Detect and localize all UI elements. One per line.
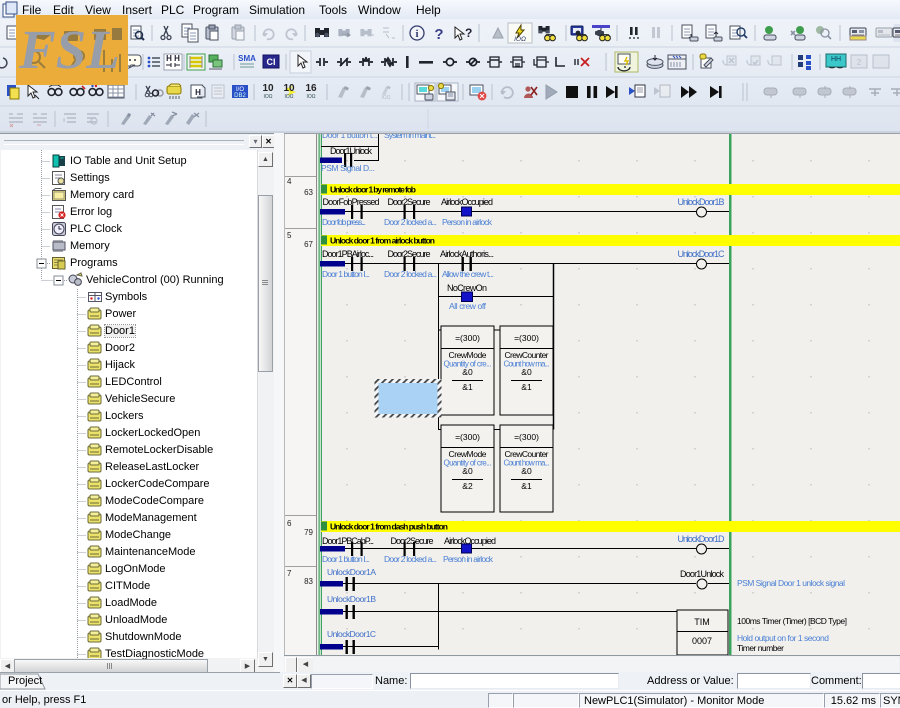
svg-text:UnlockDoor1C: UnlockDoor1C (678, 249, 726, 259)
svg-text:?: ? (434, 26, 443, 43)
svg-text:System in maint...: System in maint... (384, 133, 436, 140)
svg-text:Count how ma...: Count how ma... (504, 360, 550, 369)
svg-text:CrewCounter: CrewCounter (505, 449, 549, 459)
svg-text:i: i (415, 28, 418, 40)
svg-text:&0: &0 (462, 466, 473, 476)
svg-text:TIM: TIM (694, 617, 710, 627)
svg-text:&1: &1 (462, 382, 473, 392)
svg-text:Quantity of cre...: Quantity of cre... (444, 459, 492, 468)
svg-text:Person in airlock: Person in airlock (443, 554, 494, 564)
svg-text:UnlockDoor1B: UnlockDoor1B (327, 594, 376, 604)
svg-text:Door 1 button I...: Door 1 button I... (322, 554, 370, 564)
svg-text:100ms Timer (Timer) [BCD Type]: 100ms Timer (Timer) [BCD Type] (737, 616, 847, 626)
svg-text:Door 1 button t...: Door 1 button t... (322, 133, 378, 140)
svg-text:83: 83 (304, 577, 313, 586)
svg-text:Unlock door 1 from dash push b: Unlock door 1 from dash push button (330, 522, 448, 532)
svg-text:CrewMode: CrewMode (449, 449, 487, 459)
svg-text:AirlockOccupied: AirlockOccupied (441, 197, 493, 207)
svg-text:PSM Signal Door 1 unlock signa: PSM Signal Door 1 unlock signal (737, 578, 845, 588)
svg-text:=(300): =(300) (455, 333, 480, 343)
svg-text:HH: HH (831, 56, 841, 63)
svg-text:10: 10 (262, 83, 274, 94)
svg-text:Door1Unlock: Door1Unlock (680, 569, 725, 579)
svg-text:ΙΟΩ: ΙΟΩ (306, 94, 315, 100)
svg-text:AirlockAuthoris...: AirlockAuthoris... (440, 249, 494, 259)
svg-text:79: 79 (304, 528, 313, 537)
svg-text:Door2Secure: Door2Secure (391, 536, 434, 546)
svg-text:ΙΟΩ: ΙΟΩ (263, 94, 272, 100)
svg-text:Allow the crew t...: Allow the crew t... (442, 269, 494, 279)
svg-text:&0: &0 (521, 367, 532, 377)
svg-text:&0: &0 (462, 367, 473, 377)
svg-text:&1: &1 (521, 382, 532, 392)
svg-text:4: 4 (287, 177, 292, 186)
svg-text:UnlockDoor1D: UnlockDoor1D (678, 534, 726, 544)
svg-text:SMA: SMA (238, 54, 256, 63)
svg-text:16: 16 (305, 83, 317, 94)
svg-text:Unlock door 1 by remote fob: Unlock door 1 by remote fob (330, 185, 416, 195)
svg-text:Quantity of cre...: Quantity of cre... (444, 360, 492, 369)
svg-text:Door1PBCabP...: Door1PBCabP... (322, 536, 374, 546)
svg-text:0007: 0007 (692, 636, 712, 646)
svg-text:Door 1 button I...: Door 1 button I... (322, 269, 370, 279)
svg-text:=(300): =(300) (514, 333, 539, 343)
svg-text:All crew off: All crew off (449, 301, 487, 311)
svg-text:ΙΟΩ: ΙΟΩ (284, 94, 293, 100)
svg-text:Door 2 locked a...: Door 2 locked a... (384, 269, 437, 279)
svg-text:Unlock door 1 from airlock but: Unlock door 1 from airlock button (330, 236, 435, 246)
svg-text:Door fob press...: Door fob press... (322, 217, 366, 227)
svg-text:Count how ma...: Count how ma... (504, 459, 550, 468)
svg-text:UnlockDoor1B: UnlockDoor1B (678, 197, 725, 207)
svg-text:DB2: DB2 (234, 93, 246, 99)
svg-text:PSM Signal D...: PSM Signal D... (321, 163, 375, 173)
svg-text:Door 2 locked a...: Door 2 locked a... (384, 217, 437, 227)
svg-text:67: 67 (304, 240, 313, 249)
svg-text:Door2Secure: Door2Secure (388, 197, 431, 207)
svg-text:5: 5 (287, 231, 292, 240)
svg-text:Door2Secure: Door2Secure (388, 249, 431, 259)
svg-text:UnlockDoor1C: UnlockDoor1C (327, 629, 376, 639)
svg-text:&0: &0 (521, 466, 532, 476)
svg-text:CI: CI (267, 57, 276, 67)
svg-text:Door 2 locked a...: Door 2 locked a... (384, 554, 437, 564)
svg-text:2: 2 (857, 58, 862, 67)
svg-text:H: H (195, 88, 201, 97)
svg-text:ΙΟΩ: ΙΟΩ (381, 95, 390, 101)
svg-text:Timer number: Timer number (737, 643, 784, 653)
svg-text:10: 10 (283, 83, 295, 94)
svg-text:63: 63 (304, 188, 313, 197)
svg-text:&2: &2 (462, 481, 473, 491)
svg-text:7: 7 (287, 569, 292, 578)
svg-text:UnlockDoor1A: UnlockDoor1A (327, 567, 376, 577)
svg-text:?: ? (465, 26, 472, 40)
svg-text:6: 6 (287, 519, 292, 528)
svg-text:H H: H H (166, 54, 180, 63)
svg-text:CrewMode: CrewMode (449, 350, 487, 360)
svg-text:ΙΟΩ: ΙΟΩ (514, 36, 526, 43)
svg-text:Person in airlock: Person in airlock (442, 217, 493, 227)
svg-text:Door1PBAirloc...: Door1PBAirloc... (322, 249, 374, 259)
svg-text:CrewCounter: CrewCounter (505, 350, 549, 360)
svg-text:=(300): =(300) (514, 432, 539, 442)
svg-text:&1: &1 (521, 481, 532, 491)
svg-text:=(300): =(300) (455, 432, 480, 442)
svg-text:Hold output on for 1 second: Hold output on for 1 second (737, 633, 829, 643)
